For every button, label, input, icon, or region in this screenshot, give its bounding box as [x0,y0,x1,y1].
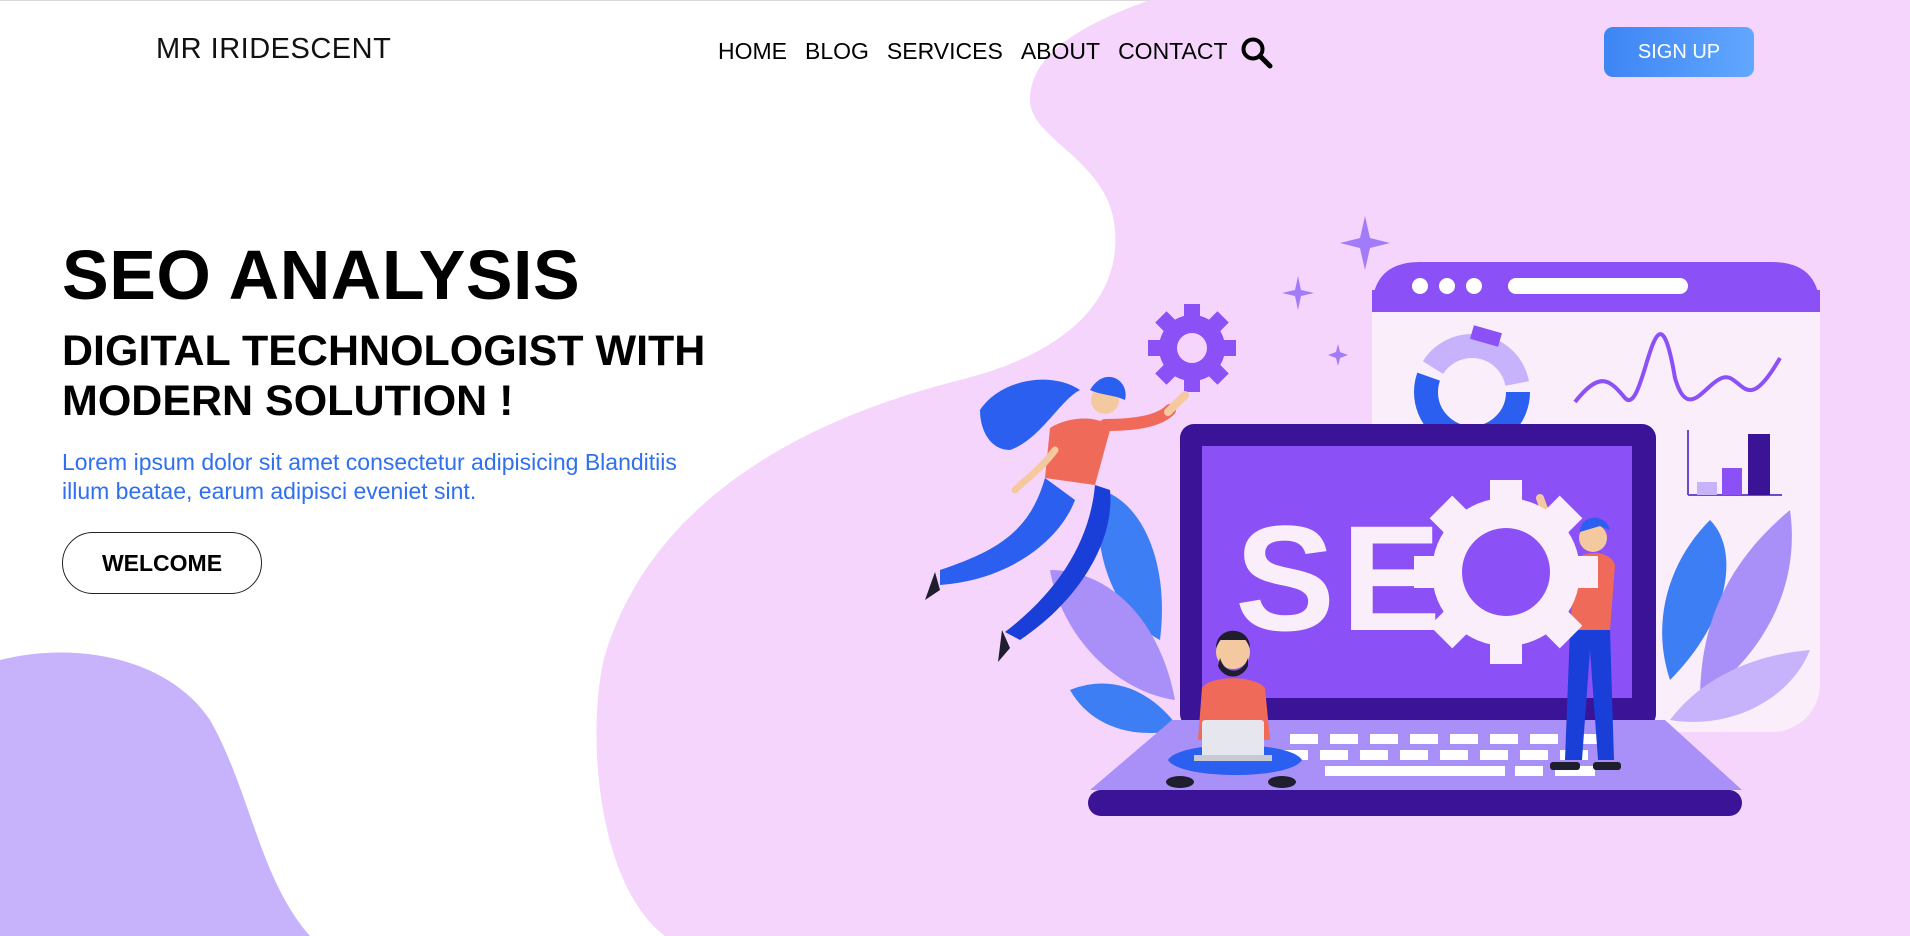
sparkle-icon [1282,276,1314,310]
lavender-blob [0,652,310,936]
sparkle-icon [1328,344,1348,366]
nav-about[interactable]: ABOUT [1021,38,1100,65]
nav-services[interactable]: SERVICES [887,38,1003,65]
nav-blog[interactable]: BLOG [805,38,869,65]
search-icon[interactable] [1240,36,1274,70]
nav-contact[interactable]: CONTACT [1118,38,1227,65]
gear-icon [1414,480,1598,664]
main-nav: HOME BLOG SERVICES ABOUT CONTACT [718,38,1246,65]
hero-description: Lorem ipsum dolor sit amet consectetur a… [62,449,677,504]
seo-illustration: SEO [925,216,1820,816]
sparkle-icon [1340,216,1390,270]
site-header: MR IRIDESCENT HOME BLOG SERVICES ABOUT C… [0,0,1910,100]
hero-section: SEO ANALYSIS DIGITAL TECHNOLOGIST WITH M… [62,232,782,594]
signup-button[interactable]: SIGN UP [1604,27,1754,77]
nav-home[interactable]: HOME [718,38,787,65]
hero-title: SEO ANALYSIS [62,236,581,314]
gear-icon [1148,304,1236,392]
hero-subtitle: DIGITAL TECHNOLOGIST WITH MODERN SOLUTIO… [62,327,706,425]
site-logo[interactable]: MR IRIDESCENT [156,33,391,66]
welcome-button[interactable]: WELCOME [62,532,262,594]
